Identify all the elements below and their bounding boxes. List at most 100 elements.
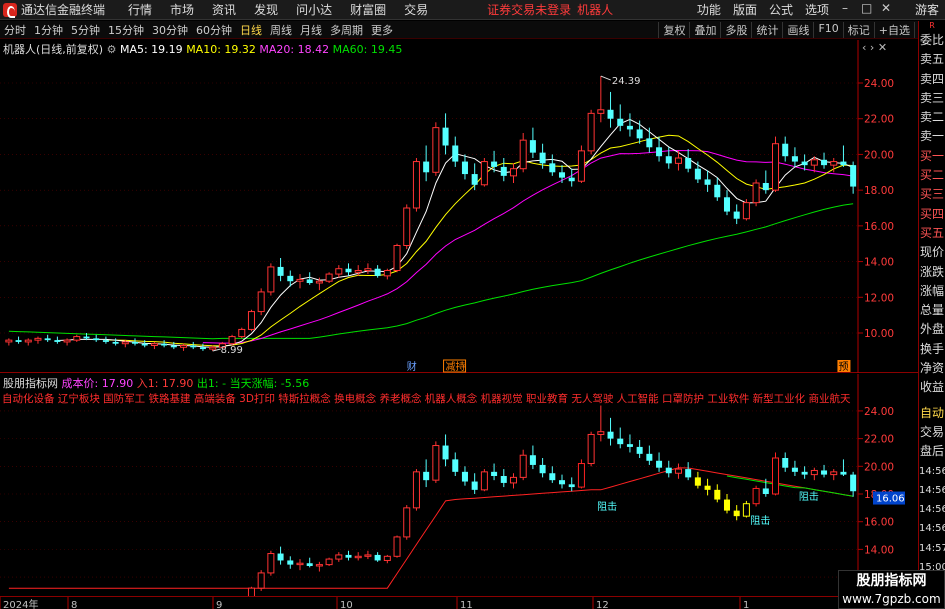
- period-tab-4[interactable]: 30分钟: [148, 24, 192, 37]
- last-price-label: 16.06: [876, 494, 905, 505]
- main-candle-body-44: [432, 127, 440, 173]
- tool-1[interactable]: 叠加: [689, 21, 720, 38]
- main-candle-body-65: [636, 129, 643, 139]
- menu-gongneng[interactable]: 功能: [691, 1, 727, 18]
- sector-tags: 自动化设备 辽宁板块 国防军工 铁路基建 高端装备 3D打印 特斯拉概念 换电概…: [2, 393, 851, 405]
- period-toolbar: 分时 1分钟 5分钟 15分钟 30分钟 60分钟 日线 周线 月线 多周期 更多 复权 叠加 多股 统计…: [0, 21, 945, 39]
- menu-gongshi[interactable]: 公式: [763, 1, 799, 18]
- trade-label-1[interactable]: 交易: [919, 423, 945, 442]
- main-candle-body-61: [597, 109, 605, 114]
- minimize-icon[interactable]: –: [835, 1, 855, 18]
- sub-candle-body-32: [315, 564, 323, 567]
- period-tab-10[interactable]: 更多: [367, 24, 397, 37]
- sub-candle-body-52: [509, 476, 517, 484]
- trade-label-0[interactable]: 自动: [919, 404, 945, 423]
- period-tab-9[interactable]: 多周期: [326, 24, 367, 37]
- menu-caifuquan[interactable]: 财富圈: [341, 1, 395, 18]
- quote-label-17: 净资: [919, 361, 944, 376]
- sub-candle-body-35: [345, 554, 352, 558]
- sub-legend: 股朋指标网 成本价: 17.90 入1: 17.90 出1: - 当天涨幅: -…: [3, 375, 309, 391]
- main-candle-body-21: [209, 346, 217, 350]
- quote-label-6: 买一: [919, 148, 944, 163]
- period-tab-6[interactable]: 日线: [236, 24, 266, 37]
- sub-candle-body-33: [325, 558, 333, 566]
- sub-candle-body-86: [840, 471, 847, 475]
- tool-3[interactable]: 统计: [751, 21, 782, 38]
- menu-xuanxiang[interactable]: 选项: [799, 1, 835, 18]
- main-candle-body-49: [480, 161, 488, 186]
- menu-jiaoyi[interactable]: 交易: [395, 1, 437, 18]
- menu-shichang[interactable]: 市场: [161, 1, 203, 18]
- period-tab-1[interactable]: 1分钟: [30, 24, 67, 37]
- main-candle-body-34: [335, 268, 343, 275]
- sub-candle-body-40: [393, 536, 401, 557]
- pane-left-icon[interactable]: ‹: [862, 41, 866, 54]
- period-tab-7[interactable]: 周线: [266, 24, 296, 37]
- main-candle-body-57: [559, 172, 566, 178]
- close-icon[interactable]: ✕: [875, 1, 895, 18]
- sub-candle-body-70: [685, 469, 692, 478]
- legend-stock-name: 机器人(日线,前复权): [3, 43, 104, 56]
- sub-candle-body-69: [674, 468, 682, 474]
- main-candle-body-83: [810, 159, 818, 166]
- sub-candle-body-28: [277, 553, 284, 561]
- quote-label-13: 涨幅: [919, 283, 944, 298]
- tool-7[interactable]: +自选: [873, 21, 914, 38]
- menu-zixun[interactable]: 资讯: [203, 1, 245, 18]
- guest-label[interactable]: 游客: [909, 1, 945, 18]
- zuji-label-2: 阻击: [750, 515, 770, 527]
- trade-label-2[interactable]: 盘后: [919, 442, 945, 461]
- sub-candle-body-45: [442, 445, 449, 460]
- sub-candle-body-44: [432, 445, 440, 481]
- menu-faxian[interactable]: 发现: [245, 1, 287, 18]
- login-status[interactable]: 证券交易未登录: [487, 1, 571, 18]
- main-candle-body-17: [170, 345, 177, 348]
- legend-ma20: MA20: 18.42: [259, 43, 330, 56]
- main-candle-body-23: [228, 336, 236, 345]
- main-candle-body-18: [180, 345, 188, 348]
- kline-chart[interactable]: 24.00 22.00 20.00 18.00 16.00 14.00 12.00 10.00…: [0, 40, 918, 373]
- quote-label-12: 涨跌: [919, 264, 944, 279]
- tool-4[interactable]: 画线: [782, 21, 813, 38]
- trade-label-7: 14:57: [919, 542, 945, 554]
- period-tab-2[interactable]: 5分钟: [67, 24, 104, 37]
- time-label-6: 1: [743, 600, 749, 609]
- chart-tools: 复权叠加多股统计画线F10标记+自选返回: [658, 21, 945, 38]
- main-candle-body-56: [549, 163, 556, 173]
- main-candle-body-9: [93, 338, 100, 341]
- period-tab-8[interactable]: 月线: [296, 24, 326, 37]
- main-legend: 机器人(日线,前复权) ⚙ MA5: 19.19 MA10: 19.32 MA2…: [3, 41, 402, 57]
- menu-wenxiaoda[interactable]: 问小达: [287, 1, 341, 18]
- tool-5[interactable]: F10: [813, 21, 842, 38]
- quote-label-14: 总量: [919, 303, 944, 318]
- main-candle-body-58: [568, 177, 575, 182]
- main-axis-label-1: 22.00: [864, 114, 894, 126]
- main-candle-body-63: [617, 118, 624, 126]
- main-candle-body-41: [403, 207, 411, 246]
- pane-right-icon[interactable]: ›: [870, 41, 874, 54]
- pane-controls: ‹ › ✕: [862, 41, 887, 54]
- tool-2[interactable]: 多股: [720, 21, 751, 38]
- maximize-icon[interactable]: □: [855, 1, 875, 18]
- main-candle-body-71: [694, 168, 701, 180]
- sub-candle-body-26: [257, 572, 265, 589]
- tool-6[interactable]: 标记: [842, 21, 874, 38]
- stock-name: 机器人: [577, 3, 614, 17]
- pane-close-icon[interactable]: ✕: [878, 41, 887, 54]
- sub-candle-body-87: [850, 474, 857, 492]
- sub-candle-body-74: [723, 499, 730, 511]
- main-kline-pane[interactable]: 24.00 22.00 20.00 18.00 16.00 14.00 12.00 10.00…: [0, 40, 918, 373]
- sub-axis-label-0: 24.00: [864, 406, 894, 418]
- period-tab-3[interactable]: 15分钟: [104, 24, 148, 37]
- menu-banmian[interactable]: 版面: [727, 1, 763, 18]
- indicator-chart[interactable]: 24.0022.0020.0018.0016.0014.0012.00阻击阻击阻…: [0, 374, 918, 609]
- sub-candle-body-56: [549, 473, 556, 481]
- indicator-pane[interactable]: 24.0022.0020.0018.0016.0014.0012.00阻击阻击阻…: [0, 374, 918, 609]
- tool-0[interactable]: 复权: [658, 21, 689, 38]
- period-tab-5[interactable]: 60分钟: [192, 24, 236, 37]
- gear-icon[interactable]: ⚙: [107, 43, 117, 56]
- menu-hangqing[interactable]: 行情: [119, 1, 161, 18]
- period-tab-0[interactable]: 分时: [0, 24, 30, 37]
- sub-candle-body-85: [830, 471, 838, 476]
- low-label: 8.99: [221, 345, 243, 356]
